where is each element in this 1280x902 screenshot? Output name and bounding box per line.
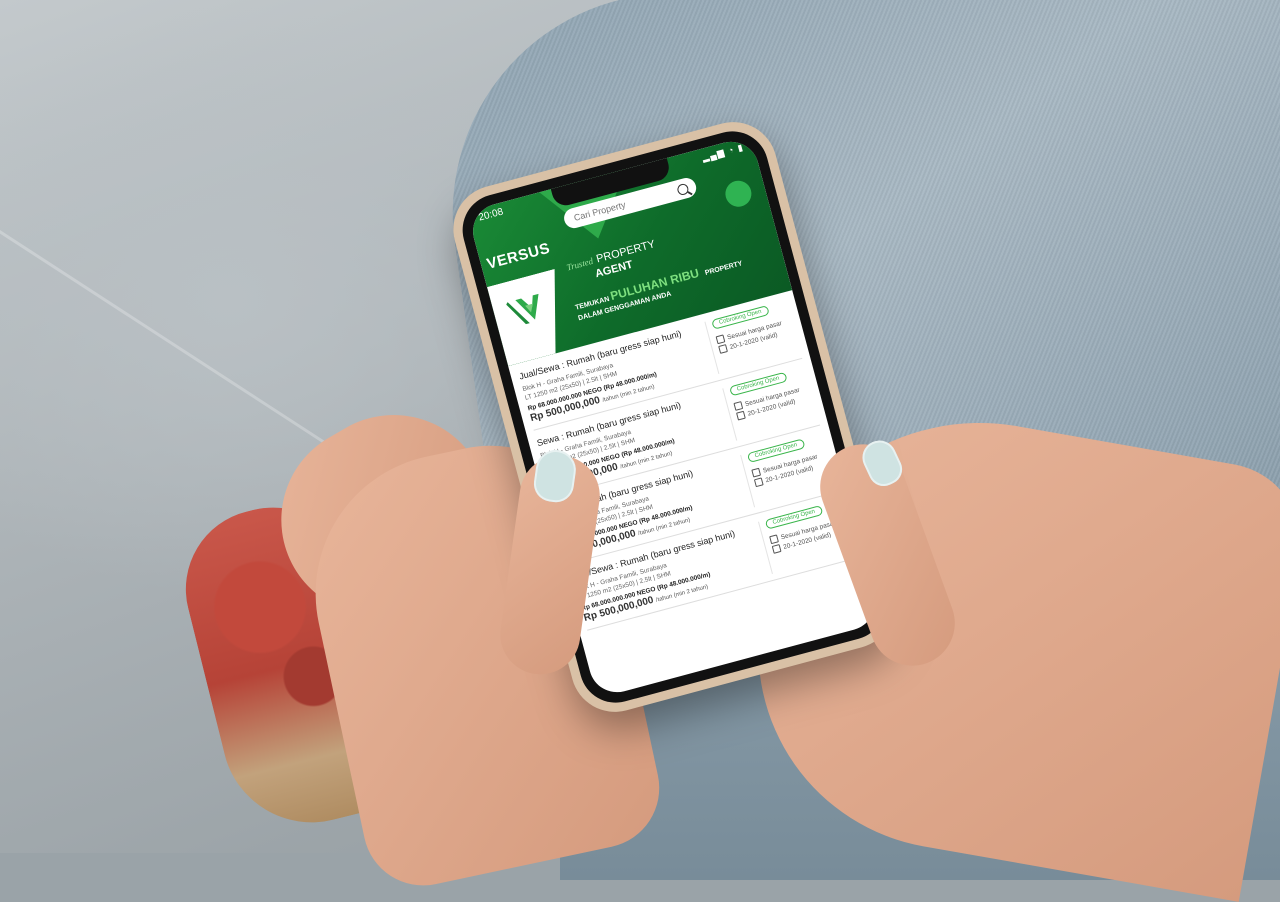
signal-wifi-battery-icon: ▂▄▆ ◔ ▮ [700,141,745,163]
app-brand: VERSUS [485,239,552,273]
calendar-icon [718,344,728,354]
checklist-icon [769,534,779,545]
calendar-icon [736,410,746,421]
calendar-icon [771,544,782,554]
checklist-icon [733,401,744,411]
checklist-icon [715,334,726,345]
status-time: 20:08 [477,206,505,224]
banner-trusted: Trusted [565,255,595,273]
calendar-icon [753,477,764,488]
tagline-property: PROPERTY [704,260,744,277]
banner-circle [722,177,755,210]
checklist-icon [751,467,762,478]
